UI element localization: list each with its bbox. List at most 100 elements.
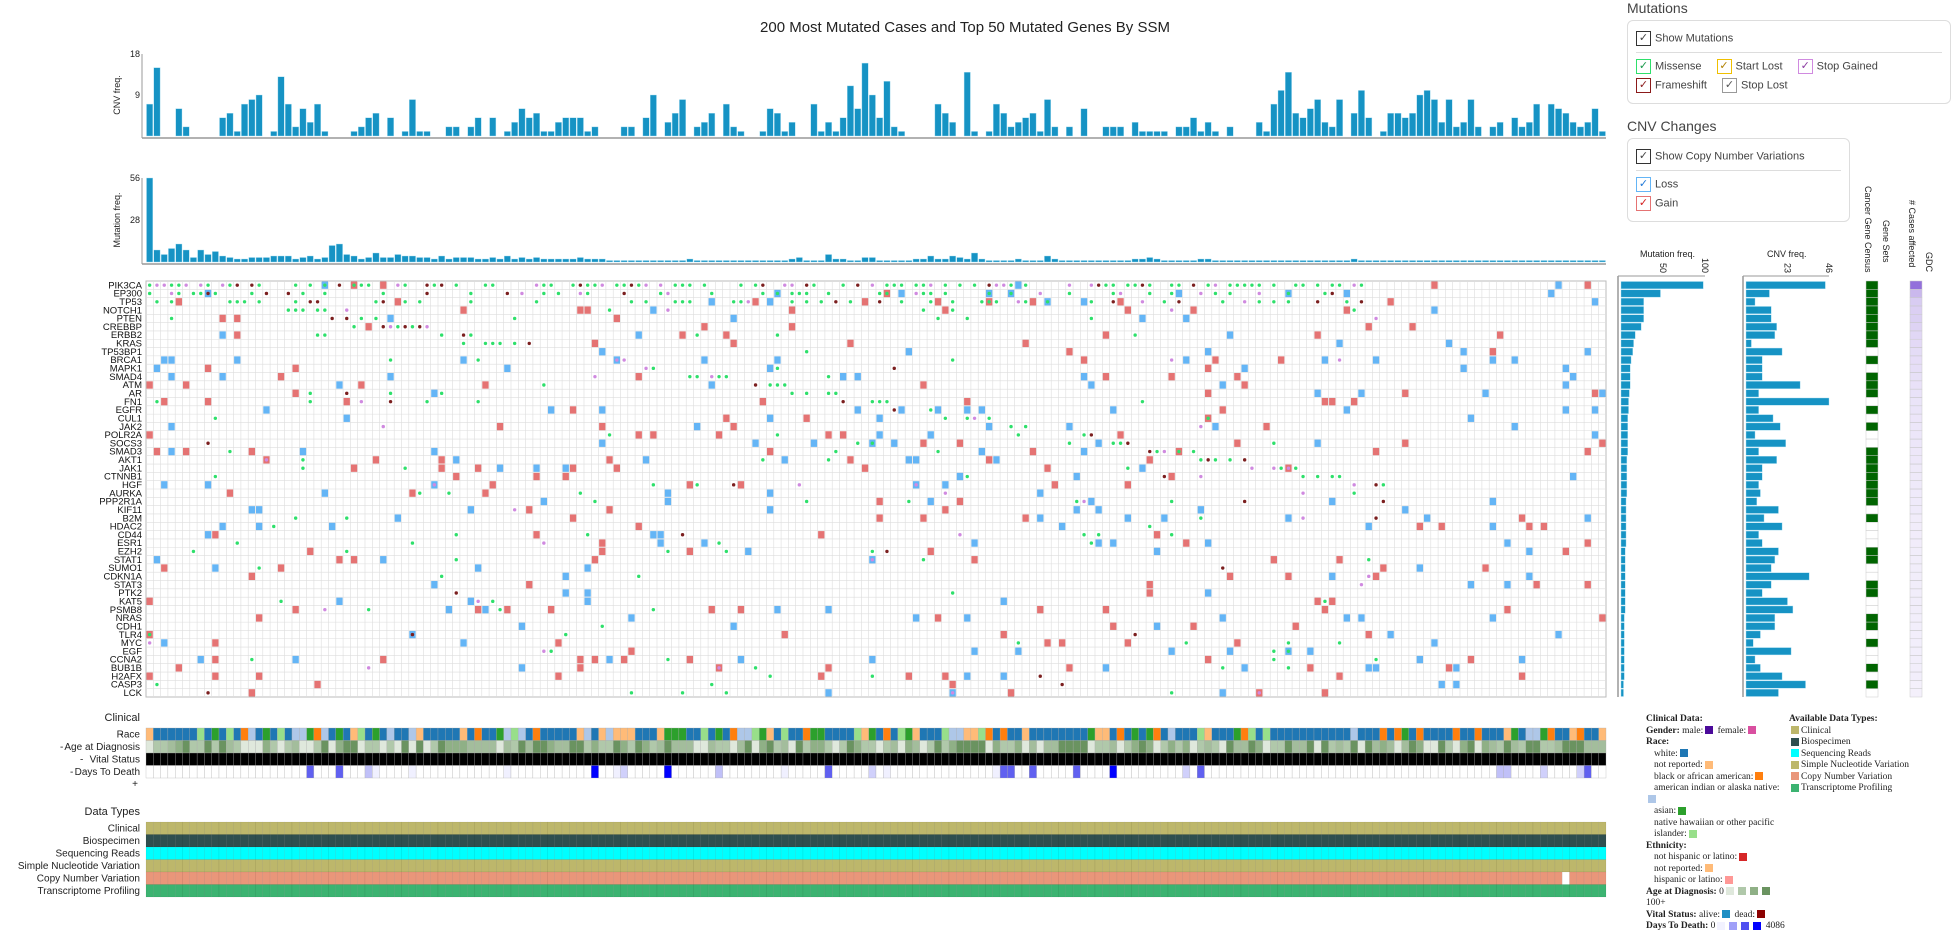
mutation-dot — [629, 283, 634, 287]
mutation-dot — [622, 358, 626, 362]
data-type-cell — [1372, 846, 1380, 860]
data-type-cell — [992, 834, 1001, 848]
data-type-cell — [970, 821, 979, 835]
cnv-cell — [1212, 422, 1219, 431]
mutation-dot — [1162, 449, 1167, 454]
data-type-cell — [1350, 821, 1359, 835]
clinical-cell — [846, 740, 855, 754]
race-nhpi: native hawaiian or other pacific islande… — [1654, 817, 1775, 840]
cnv-cell — [1095, 506, 1102, 514]
checkbox-icon[interactable]: ✓ — [1636, 149, 1651, 164]
data-type-cell — [1160, 871, 1169, 885]
data-type-cell — [707, 871, 716, 885]
data-type-cell — [467, 884, 475, 898]
cnv-cell — [737, 605, 745, 614]
stop-lost-toggle[interactable]: ✓ Stop Lost — [1722, 78, 1788, 93]
checkbox-icon[interactable]: ✓ — [1636, 196, 1651, 211]
clinical-cell — [408, 740, 417, 754]
data-type-cell — [1342, 846, 1351, 860]
data-type-cell — [1540, 834, 1548, 848]
histogram-bar — [1007, 126, 1015, 137]
clinical-cell — [525, 765, 534, 779]
cnv-cell — [1372, 664, 1380, 672]
clinical-cell — [284, 740, 293, 754]
stop-gained-toggle[interactable]: ✓ Stop Gained — [1797, 59, 1878, 74]
clinical-cell — [1423, 765, 1431, 779]
show-cnv-label: Show Copy Number Variations — [1655, 150, 1805, 163]
clinical-cell — [1102, 727, 1110, 741]
clinical-cell — [394, 740, 402, 754]
clinical-cell — [897, 740, 906, 754]
mutation-grid[interactable] — [145, 280, 1607, 698]
checkbox-icon[interactable]: ✓ — [1722, 78, 1738, 93]
data-type-cell — [1153, 884, 1161, 898]
mutation-dot — [418, 491, 422, 495]
histogram-bar — [533, 113, 540, 137]
mutation-dot — [819, 300, 823, 304]
show-cnv-toggle[interactable]: ✓ Show Copy Number Variations — [1636, 149, 1841, 164]
clinical-cell — [1423, 740, 1431, 754]
checkbox-icon[interactable]: ✓ — [1636, 59, 1651, 74]
data-type-cell — [1415, 859, 1424, 873]
clinical-cell — [510, 752, 519, 766]
cnv-cell — [701, 539, 708, 547]
data-type-cell — [1481, 834, 1490, 848]
cnv-cell — [453, 472, 460, 481]
data-type-cell — [291, 859, 300, 873]
clinical-cell — [686, 740, 694, 754]
add-track-button[interactable]: + — [132, 779, 138, 790]
checkbox-icon[interactable]: ✓ — [1716, 59, 1732, 74]
frameshift-toggle[interactable]: ✓ Frameshift — [1636, 78, 1707, 93]
clinical-cell — [1014, 740, 1023, 754]
cnv-cell — [1584, 281, 1591, 289]
cnv-cell — [526, 581, 533, 589]
loss-toggle[interactable]: ✓ Loss — [1636, 177, 1841, 192]
clinical-cell — [664, 740, 672, 754]
histogram-bar — [241, 258, 248, 263]
data-type-cell — [1598, 871, 1607, 885]
clinical-cell — [591, 727, 599, 741]
checkbox-icon[interactable]: ✓ — [1636, 177, 1651, 192]
clinical-cell — [1591, 727, 1599, 741]
histogram-bar — [1036, 260, 1044, 263]
checkbox-icon[interactable]: ✓ — [1797, 59, 1813, 74]
data-type-cell — [1196, 884, 1205, 898]
data-type-cell — [605, 834, 614, 848]
data-type-cell — [1087, 821, 1096, 835]
checkbox-icon[interactable]: ✓ — [1636, 78, 1651, 93]
start-lost-toggle[interactable]: ✓ Start Lost — [1716, 59, 1783, 74]
clinical-cell — [868, 752, 877, 766]
data-type-cell — [934, 871, 942, 885]
checkbox-icon[interactable]: ✓ — [1636, 31, 1651, 46]
clinical-cell — [532, 740, 541, 754]
clinical-cell — [547, 765, 555, 779]
mutation-dot — [1235, 283, 1240, 287]
gain-toggle[interactable]: ✓ Gain — [1636, 196, 1841, 211]
clinical-cell — [182, 765, 190, 779]
clinical-cell — [919, 740, 928, 754]
data-type-cell — [1131, 846, 1140, 860]
clinical-cell — [1218, 727, 1227, 741]
data-type-track-label: Sequencing Reads — [55, 849, 140, 860]
clinical-cell — [656, 740, 665, 754]
clinical-cell — [656, 752, 665, 766]
missense-toggle[interactable]: ✓ Missense — [1636, 59, 1701, 74]
histogram-bar — [1620, 605, 1626, 614]
mutation-dot — [301, 458, 305, 462]
data-type-cell — [547, 884, 556, 898]
clinical-cell — [591, 752, 599, 766]
mutation-dot — [220, 283, 225, 287]
clinical-cell — [1189, 765, 1198, 779]
data-type-cell — [1007, 871, 1015, 885]
data-type-cell — [452, 834, 461, 848]
histogram-bar — [387, 257, 394, 263]
show-mutations-toggle[interactable]: ✓ Show Mutations — [1636, 31, 1942, 46]
clinical-cell — [262, 727, 271, 741]
mutation-dot — [1272, 300, 1276, 304]
data-type-cell — [824, 884, 833, 898]
clinical-cell — [379, 727, 388, 741]
data-type-cell — [445, 821, 453, 835]
data-type-cell — [452, 821, 461, 835]
cgc-cell — [1865, 555, 1879, 565]
clinical-cell — [1189, 752, 1198, 766]
